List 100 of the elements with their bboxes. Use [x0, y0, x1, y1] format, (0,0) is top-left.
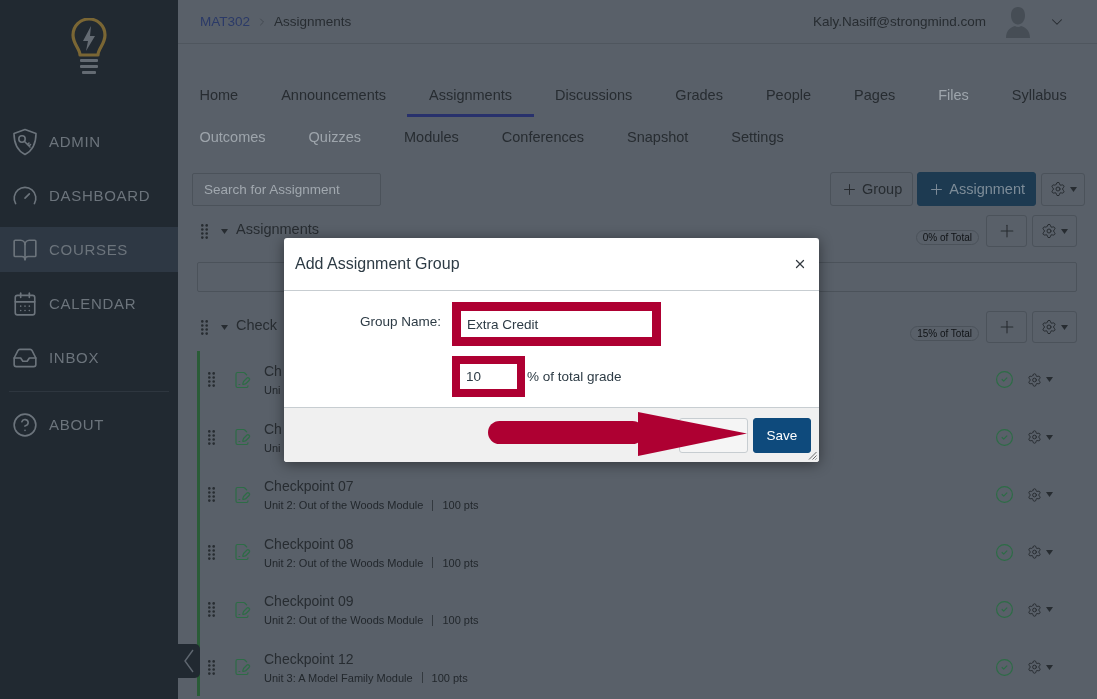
caret-down-icon [1046, 549, 1053, 555]
gear-icon [1041, 223, 1057, 239]
nav-tab[interactable]: Syllabus [990, 75, 1089, 117]
caret-down-icon [1046, 377, 1053, 383]
drag-handle-icon[interactable] [208, 429, 215, 445]
help-icon [12, 411, 38, 438]
drag-handle-icon[interactable] [208, 372, 215, 388]
group-title: Assignments [236, 221, 319, 239]
settings-menu-button[interactable] [1032, 311, 1077, 343]
module-name: Uni [264, 383, 281, 398]
drag-handle-icon[interactable] [208, 659, 215, 675]
add-button[interactable] [986, 311, 1027, 343]
check-circle-icon[interactable] [995, 600, 1014, 620]
nav-tab[interactable]: Discussions [533, 75, 654, 117]
caret-down-icon [1046, 492, 1053, 498]
add-group-button[interactable]: Group [829, 172, 914, 206]
input-field[interactable]: Extra Credit [452, 302, 661, 346]
nav-tab[interactable]: Home [178, 75, 260, 117]
document-pencil-icon [233, 428, 251, 447]
dialog-title: Add Assignment Group [295, 255, 460, 273]
close-icon [793, 257, 807, 271]
points-label: 100 pts [442, 613, 479, 628]
caret-down-icon[interactable] [221, 228, 228, 234]
collapse-sidebar-button[interactable] [178, 644, 200, 678]
save-button[interactable]: Save [753, 417, 811, 453]
assignment-title[interactable]: Ch [264, 362, 282, 381]
drag-handle-icon[interactable] [201, 319, 208, 335]
caret-down-icon[interactable] [221, 324, 228, 330]
assignment-title[interactable]: Checkpoint 08 [264, 534, 354, 553]
breadcrumb-current: Assignments [274, 14, 352, 29]
input-field[interactable]: 10 [452, 356, 525, 397]
points-label: 100 pts [442, 498, 479, 513]
caret-down-icon [1046, 664, 1053, 670]
nav-tab[interactable]: Announcements [259, 75, 408, 117]
shield-key-icon [12, 127, 38, 156]
sidebar-item[interactable]: DASHBOARD [0, 173, 178, 218]
check-circle-icon[interactable] [995, 485, 1014, 505]
check-circle-icon[interactable] [995, 542, 1014, 562]
caret-down-icon [1061, 228, 1068, 234]
resize-grip-icon[interactable] [808, 451, 817, 460]
document-pencil-icon [233, 543, 251, 562]
module-name: Unit 2: Out of the Woods Module [264, 613, 424, 628]
nav-tab[interactable]: Conferences [480, 117, 606, 159]
gear-icon [1027, 544, 1042, 561]
user-email: Kaly.Nasiff@strongmind.com [813, 14, 986, 29]
drag-handle-icon[interactable] [208, 602, 215, 618]
document-pencil-icon [233, 658, 251, 677]
field-suffix: % of total grade [527, 368, 622, 386]
assignment-title[interactable]: Checkpoint 12 [264, 649, 354, 668]
field-label: Group Name: [359, 313, 441, 329]
gear-icon [1049, 181, 1066, 197]
nav-tab[interactable]: Pages [832, 75, 917, 117]
document-pencil-icon [233, 370, 251, 389]
drag-handle-icon[interactable] [201, 223, 208, 239]
group-title: Check [236, 317, 278, 335]
lightbulb-icon [71, 18, 107, 76]
points-label: 100 pts [431, 670, 468, 685]
add-button[interactable] [986, 215, 1027, 247]
sidebar-item[interactable]: ADMIN [0, 119, 178, 164]
caret-down-icon [1046, 434, 1053, 440]
check-circle-icon[interactable] [995, 370, 1014, 390]
gear-icon [1027, 429, 1042, 446]
drag-handle-icon[interactable] [208, 544, 215, 560]
module-name: Unit 2: Out of the Woods Module [264, 498, 424, 513]
gear-icon [1027, 601, 1042, 618]
settings-menu-button[interactable] [1041, 172, 1085, 206]
caret-down-icon [1069, 186, 1077, 192]
gear-icon [1027, 371, 1042, 388]
chevron-left-icon [184, 649, 194, 673]
document-pencil-icon [233, 485, 251, 504]
sidebar-item[interactable]: COURSES [0, 227, 178, 272]
check-circle-icon[interactable] [995, 657, 1014, 677]
gear-icon [1027, 486, 1042, 503]
drag-handle-icon[interactable] [208, 487, 215, 503]
nav-tab[interactable]: Settings [709, 117, 806, 159]
assignment-title[interactable]: Checkpoint 09 [264, 592, 354, 611]
nav-tab[interactable]: Grades [653, 75, 745, 117]
calendar-icon [12, 290, 38, 317]
assignment-title[interactable]: Ch [264, 419, 282, 438]
module-name: Unit 3: A Model Family Module [264, 670, 413, 685]
gear-icon [1027, 659, 1042, 676]
sidebar-item[interactable]: ABOUT [0, 402, 178, 447]
caret-down-icon [1046, 607, 1053, 613]
nav-tab[interactable]: Modules [382, 117, 481, 159]
assignment-title[interactable]: Checkpoint 07 [264, 477, 354, 496]
search-field[interactable]: Search for Assignment [192, 172, 381, 206]
sidebar-item[interactable]: INBOX [0, 335, 178, 380]
nav-tab[interactable]: Snapshot [605, 117, 710, 159]
check-circle-icon[interactable] [995, 427, 1014, 447]
book-icon [12, 236, 38, 263]
settings-menu-button[interactable] [1032, 215, 1077, 247]
add-assignment-button[interactable]: Assignment [917, 172, 1036, 206]
nav-tab[interactable]: People [744, 75, 833, 117]
caret-down-icon [1061, 324, 1068, 330]
points-label: 100 pts [442, 555, 479, 570]
gear-icon [1041, 319, 1057, 335]
module-name: Unit 2: Out of the Woods Module [264, 555, 424, 570]
document-pencil-icon [233, 600, 251, 619]
nav-tab[interactable]: Assignments [407, 75, 534, 117]
sidebar-item[interactable]: CALENDAR [0, 281, 178, 326]
